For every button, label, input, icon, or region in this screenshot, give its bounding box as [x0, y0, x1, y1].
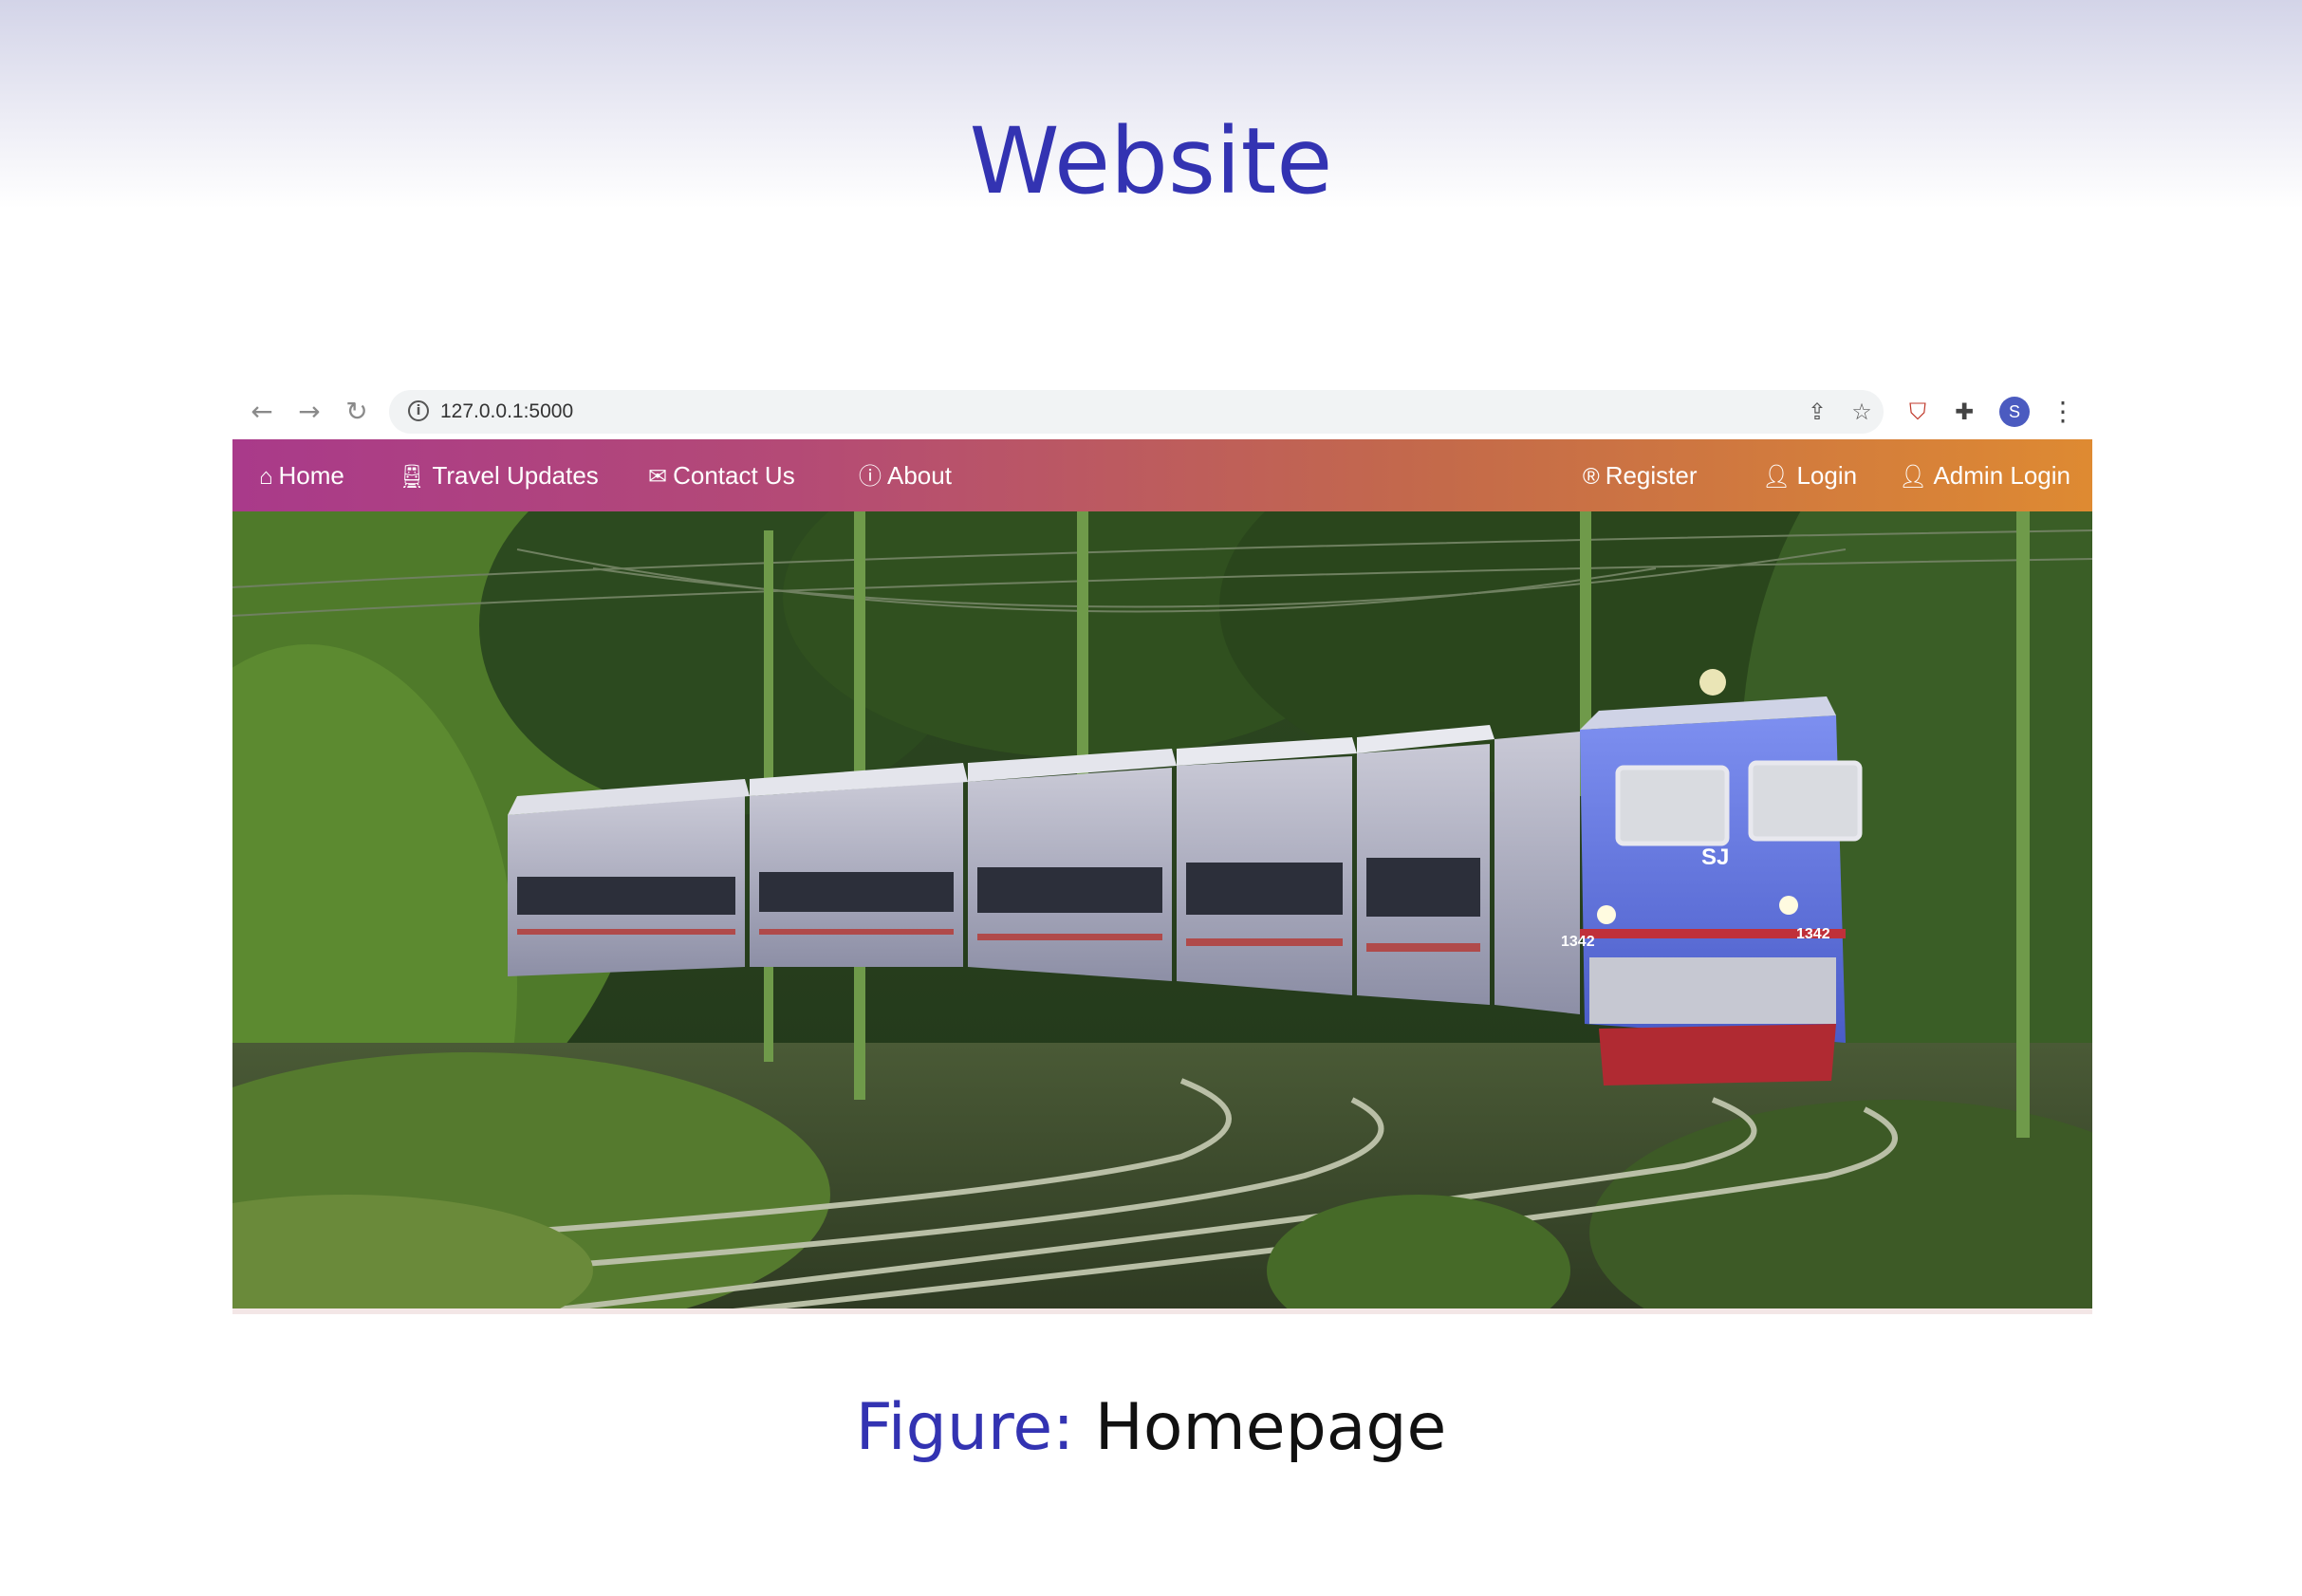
nav-travel-updates-link[interactable]: 🚆︎ Travel Updates [398, 439, 599, 511]
puzzle-extension-icon[interactable]: ✚ [1948, 396, 1980, 428]
user-icon: 👤︎ [1899, 464, 1928, 490]
user-icon: 👤︎ [1762, 464, 1791, 490]
nav-about-link[interactable]: ⓘ About [859, 439, 952, 511]
reload-icon[interactable]: ↻ [341, 396, 373, 428]
browser-toolbar: ← → ↻ i 127.0.0.1:5000 ⇪ ☆ ⛉ ✚ S ⋮ [232, 384, 2092, 439]
nav-contact-us-link[interactable]: ✉ Contact Us [648, 439, 795, 511]
home-icon: ⌂ [259, 464, 273, 490]
nav-home-link[interactable]: ⌂ Home [259, 439, 344, 511]
more-menu-icon[interactable]: ⋮ [2050, 396, 2076, 428]
url-text[interactable]: 127.0.0.1:5000 [440, 398, 573, 426]
locomotive-number-right: 1342 [1796, 926, 1830, 942]
info-icon[interactable]: i [408, 400, 429, 421]
nav-admin-login-label: Admin Login [1933, 461, 2071, 490]
nav-admin-login-link[interactable]: 👤︎ Admin Login [1899, 439, 2070, 511]
nav-login-link[interactable]: 👤︎ Login [1762, 439, 1857, 511]
caption-label: Figure: [855, 1390, 1075, 1465]
shield-extension-icon[interactable]: ⛉ [1902, 396, 1934, 428]
caption-text: Homepage [1094, 1390, 1447, 1465]
nav-register-label: Register [1605, 461, 1698, 490]
browser-screenshot: ← → ↻ i 127.0.0.1:5000 ⇪ ☆ ⛉ ✚ S ⋮ ⌂ Home… [232, 384, 2092, 1314]
forward-arrow-icon[interactable]: → [293, 396, 325, 428]
hero-image: SJ 1342 1342 [232, 511, 2092, 1314]
registered-icon: ® [1583, 464, 1600, 490]
nav-about-label: About [887, 461, 952, 490]
nav-home-label: Home [278, 461, 344, 490]
info-icon: ⓘ [859, 464, 882, 490]
nav-travel-updates-label: Travel Updates [432, 461, 599, 490]
nav-login-label: Login [1796, 461, 1858, 490]
nav-contact-us-label: Contact Us [673, 461, 795, 490]
address-bar[interactable]: i 127.0.0.1:5000 ⇪ ☆ [389, 390, 1884, 434]
locomotive-logo-text: SJ [1701, 844, 1729, 870]
nav-register-link[interactable]: ® Register [1583, 439, 1698, 511]
hero-train-illustration: SJ 1342 1342 [232, 511, 2092, 1314]
envelope-icon: ✉ [648, 464, 668, 490]
locomotive-number-left: 1342 [1561, 934, 1595, 950]
share-icon[interactable]: ⇪ [1803, 398, 1831, 426]
back-arrow-icon[interactable]: ← [246, 396, 278, 428]
star-icon[interactable]: ☆ [1847, 398, 1876, 426]
site-navbar: ⌂ Home 🚆︎ Travel Updates ✉ Contact Us ⓘ Abou… [232, 439, 2092, 511]
figure-caption: Figure: Homepage [0, 1385, 2302, 1471]
train-icon: 🚆︎ [398, 464, 427, 490]
profile-avatar[interactable]: S [1999, 397, 2030, 427]
slide-title: Website [969, 108, 1333, 214]
